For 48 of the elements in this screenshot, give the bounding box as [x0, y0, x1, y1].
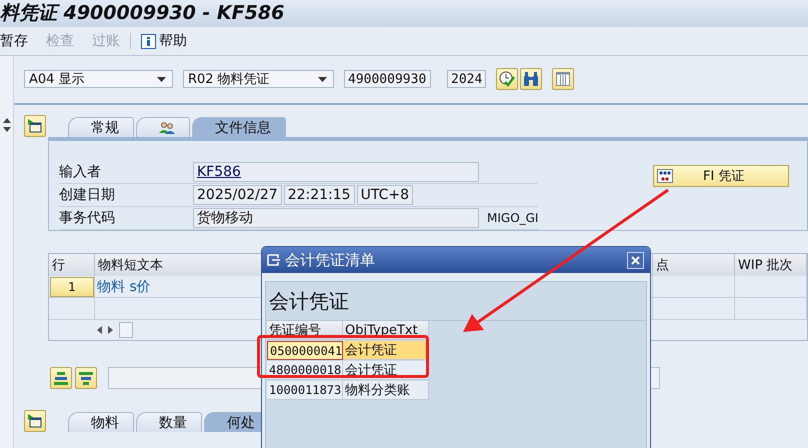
layout-toggle-button[interactable] — [24, 115, 46, 137]
column-header: 行 — [49, 254, 95, 276]
scroll-right-icon[interactable] — [108, 326, 113, 334]
tab[interactable]: 物料 — [68, 412, 134, 432]
tab[interactable]: 文件信息 — [192, 117, 286, 137]
window-icon — [267, 254, 281, 266]
window-title: 料凭证 4900009930 - KF586 — [0, 0, 808, 27]
scroll-up-icon[interactable] — [2, 118, 10, 123]
scroll-left-icon[interactable] — [97, 326, 102, 334]
help-button[interactable]: 帮助 — [159, 32, 187, 50]
tab[interactable]: 常规 — [68, 117, 134, 137]
value-field: 22:21:15 — [284, 185, 355, 205]
table-cell[interactable]: 0500000041 — [267, 341, 343, 360]
action-dropdown[interactable]: A04 显示 — [24, 70, 173, 88]
toolbar-button[interactable]: 暂存 — [0, 32, 28, 50]
close-button[interactable] — [627, 252, 644, 268]
reference-dropdown[interactable]: R02 物料凭证 — [183, 70, 334, 88]
find-button[interactable] — [520, 68, 542, 90]
execute-button[interactable] — [496, 68, 518, 90]
year-field[interactable]: 2024 — [447, 70, 486, 88]
value-field: UTC+8 — [356, 185, 413, 205]
table-cell[interactable]: 1000011873 — [267, 381, 343, 400]
column-header: 点 — [653, 254, 735, 276]
layout-toggle-button[interactable] — [24, 410, 46, 432]
field-code: MIGO_GI — [487, 211, 538, 225]
value-field: KF586 — [193, 162, 479, 182]
table-cell[interactable]: 物料分类账 — [343, 381, 429, 400]
document-field[interactable]: 4900009930 — [344, 70, 431, 88]
caret-icon — [318, 76, 327, 82]
caret-icon — [157, 76, 166, 82]
close-icon — [631, 256, 640, 264]
expand-button[interactable] — [50, 367, 72, 389]
row-button[interactable]: 1 — [50, 276, 94, 296]
scroll-thumb[interactable] — [119, 322, 133, 338]
tab[interactable]: 数量 — [136, 412, 202, 432]
value-field: 货物移动 — [193, 208, 479, 228]
value-field: 2025/02/27 — [193, 185, 282, 205]
scroll-down-icon[interactable] — [2, 127, 10, 132]
column-header: WIP 批次 — [735, 254, 807, 276]
fi-document-button[interactable]: FI 凭证 — [653, 165, 789, 187]
document-icon — [657, 169, 673, 183]
grid-button[interactable] — [552, 68, 574, 90]
table-cell-text: 物料 s价 — [96, 278, 151, 296]
table-cell[interactable]: 会计凭证 — [343, 341, 429, 360]
collapse-button[interactable] — [75, 367, 97, 389]
tab[interactable] — [136, 117, 190, 137]
people-icon — [159, 122, 175, 134]
info-icon — [141, 34, 156, 48]
